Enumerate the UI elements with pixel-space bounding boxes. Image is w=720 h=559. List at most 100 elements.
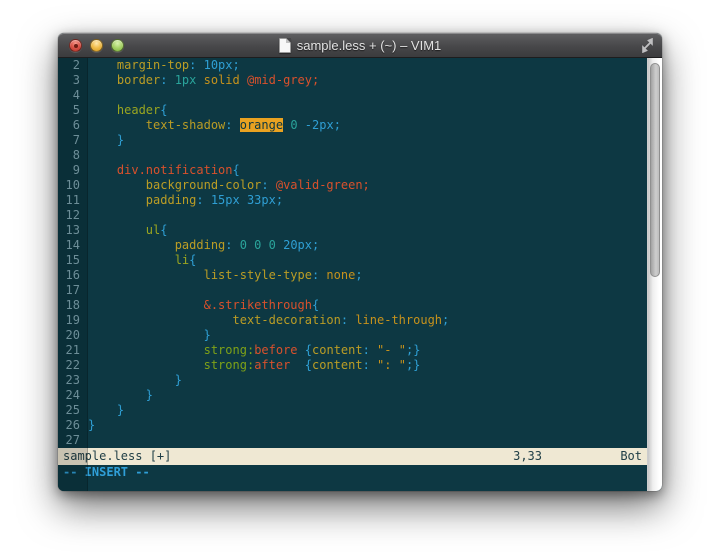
code-line[interactable]: 23 } [58,373,647,388]
code-token: 0 [290,118,297,132]
code-line[interactable]: 26} [58,418,647,433]
code-area[interactable]: 2 margin-top: 10px;3 border: 1px solid @… [58,58,647,448]
search-highlight-token: orange [240,118,283,132]
code-token: padding [88,238,225,252]
line-number: 27 [58,433,88,448]
line-number: 10 [58,178,88,193]
code-token: 1px [175,73,197,87]
code-line[interactable]: 9 div.notification{ [58,163,647,178]
code-line[interactable]: 17 [58,283,647,298]
code-token: header [88,103,160,117]
code-line[interactable]: 8 [58,148,647,163]
line-number: 6 [58,118,88,133]
code-token: ul [88,223,160,237]
code-token: { [160,223,167,237]
code-line[interactable]: 15 li{ [58,253,647,268]
code-line[interactable]: 11 padding: 15px 33px; [58,193,647,208]
code-line[interactable]: 25 } [58,403,647,418]
code-text: text-decoration: line-through; [88,313,449,328]
code-token: { [233,163,240,177]
code-line[interactable]: 14 padding: 0 0 0 20px; [58,238,647,253]
code-token [298,343,305,357]
line-number: 12 [58,208,88,223]
code-text: strong:before {content: "- ";} [88,343,420,358]
close-button[interactable] [69,39,82,52]
code-token: none [326,268,355,282]
code-text: strong:after {content: ": ";} [88,358,420,373]
code-token: : [225,238,239,252]
code-token: @mid-grey [247,73,312,87]
code-line[interactable]: 2 margin-top: 10px; [58,58,647,73]
minimize-button[interactable] [90,39,103,52]
line-number: 8 [58,148,88,163]
code-text: background-color: @valid-green; [88,178,370,193]
code-line[interactable]: 22 strong:after {content: ": ";} [58,358,647,373]
line-number: 11 [58,193,88,208]
code-token: } [413,343,420,357]
code-text: li{ [88,253,196,268]
code-line[interactable]: 7 } [58,133,647,148]
line-number: 23 [58,373,88,388]
editor-content: 2 margin-top: 10px;3 border: 1px solid @… [58,58,662,491]
code-line[interactable]: 12 [58,208,647,223]
code-text: padding: 15px 33px; [88,193,283,208]
document-icon [279,38,291,53]
code-token: "- " [377,343,406,357]
code-token: strong [88,358,247,372]
code-line[interactable]: 19 text-decoration: line-through; [58,313,647,328]
line-number: 22 [58,358,88,373]
code-token: ; [355,268,362,282]
code-text: padding: 0 0 0 20px; [88,238,319,253]
scrollbar-track[interactable] [647,58,662,491]
line-number: 17 [58,283,88,298]
code-text: text-shadow: orange 0 -2px; [88,118,341,133]
code-token: : [225,118,239,132]
line-number: 7 [58,133,88,148]
line-number: 5 [58,103,88,118]
code-token: ; [442,313,449,327]
code-token: after [254,358,290,372]
code-line[interactable]: 10 background-color: @valid-green; [58,178,647,193]
statusline-position: Bot [542,448,642,465]
code-token: ; [312,238,319,252]
code-token: list-style-type [88,268,312,282]
code-token: : [312,268,326,282]
line-number: 4 [58,88,88,103]
code-token: ": " [377,358,406,372]
code-text: ul{ [88,223,167,238]
code-token: : [363,343,377,357]
code-line[interactable]: 6 text-shadow: orange 0 -2px; [58,118,647,133]
code-line[interactable]: 5 header{ [58,103,647,118]
code-line[interactable]: 27 [58,433,647,448]
code-token [276,238,283,252]
code-token: @valid-green [276,178,363,192]
code-line[interactable]: 21 strong:before {content: "- ";} [58,343,647,358]
code-token: strong [88,343,247,357]
vim-statusline: sample.less [+] 3,33 Bot [58,448,647,465]
title-bar[interactable]: sample.less + (~) – VIM1 [58,33,662,58]
fullscreen-icon[interactable] [640,38,655,53]
code-line[interactable]: 20 } [58,328,647,343]
code-token: ; [334,118,341,132]
code-token: ; [312,73,319,87]
code-line[interactable]: 3 border: 1px solid @mid-grey; [58,73,647,88]
line-number: 2 [58,58,88,73]
scrollbar-thumb[interactable] [650,63,660,277]
code-line[interactable]: 18 &.strikethrough{ [58,298,647,313]
code-token: { [305,343,312,357]
code-token: { [160,103,167,117]
code-text: list-style-type: none; [88,268,363,283]
code-text: border: 1px solid @mid-grey; [88,73,319,88]
code-line[interactable]: 4 [58,88,647,103]
code-line[interactable]: 16 list-style-type: none; [58,268,647,283]
code-token: solid [204,73,240,87]
code-token [298,118,305,132]
code-token: } [88,328,211,342]
zoom-button[interactable] [111,39,124,52]
title-group: sample.less + (~) – VIM1 [279,38,442,53]
line-number: 18 [58,298,88,313]
code-token: ; [233,58,240,72]
code-line[interactable]: 13 ul{ [58,223,647,238]
code-token [240,73,247,87]
code-line[interactable]: 24 } [58,388,647,403]
